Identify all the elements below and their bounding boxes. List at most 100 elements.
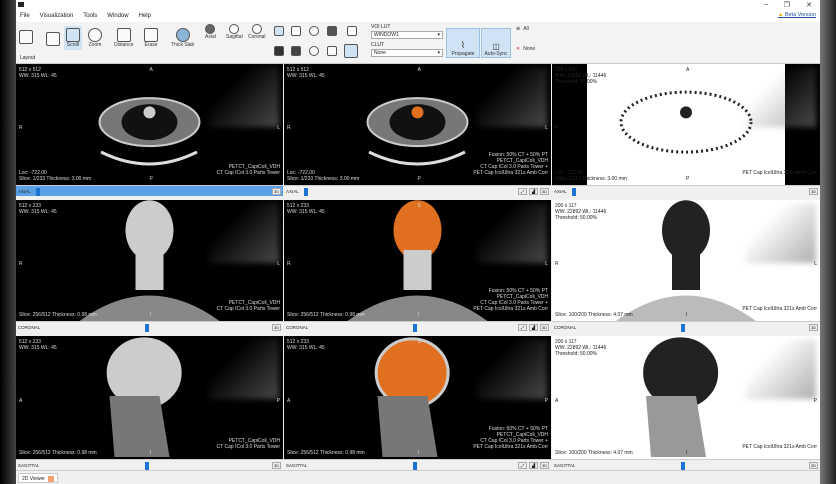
viewport-axial-ct[interactable]: 512 x 512 WW: 315 WL: 45 A P R L Loc: -72… (16, 64, 283, 196)
slice-scrollbar[interactable]: CORONAL 3D (16, 321, 283, 332)
axial-button[interactable]: Axial (205, 24, 216, 40)
status-bar: 2D Viewer (16, 470, 820, 484)
voi-lut-select[interactable]: WINDOW1 (371, 31, 443, 39)
fusion-chart-button[interactable]: ▟ (529, 324, 538, 331)
3d-button[interactable]: 3D (540, 462, 549, 469)
image-canvas[interactable]: 200 x 200 WW: 22892 WL: 11446 Threshold: 5… (552, 64, 820, 185)
slice-scrollbar[interactable]: CORONAL ⤢ ▟ 3D (284, 321, 551, 332)
image-canvas[interactable]: 200 x 117 WW: 22892 WL: 11446 Threshold: 5… (552, 336, 820, 459)
beta-version-link[interactable]: Beta Version (778, 12, 816, 18)
head-sagittal-icon (229, 24, 240, 34)
overlay-bottom-right: PET Cap IcolUltra 321s Amb Corr (742, 306, 817, 312)
3d-button[interactable]: 3D (809, 188, 818, 195)
fusion-chart-button[interactable]: ▟ (529, 188, 538, 195)
pointer-icon[interactable] (327, 46, 337, 56)
3d-button[interactable]: 3D (809, 462, 818, 469)
viewport-coronal-ct[interactable]: 512 x 233 WW: 315 WL: 45 S I R L Slice: 2… (16, 200, 283, 332)
viewport-coronal-pet[interactable]: 200 x 117 WW: 22892 WL: 11446 Threshold: 5… (552, 200, 820, 332)
slice-slider-thumb[interactable] (412, 324, 417, 332)
close-tab-icon[interactable] (47, 475, 54, 482)
menu-window[interactable]: Window (107, 13, 128, 19)
3d-button[interactable]: 3D (272, 324, 281, 331)
viewport-sagittal-pet[interactable]: 200 x 117 WW: 22892 WL: 11446 Threshold: 5… (552, 336, 820, 470)
viewport-sagittal-ct[interactable]: 512 x 233 WW: 315 WL: 45 S I A P Slice: 2… (16, 336, 283, 470)
slice-scrollbar[interactable]: AXIAL 3D (16, 185, 283, 196)
image-edit-icon[interactable] (291, 46, 301, 56)
slice-slider-thumb[interactable] (412, 462, 417, 470)
viewport-axial-pet[interactable]: 200 x 200 WW: 22892 WL: 11446 Threshold: 5… (552, 64, 820, 196)
thick-slab-button[interactable]: Thick Slab (171, 28, 194, 48)
scroll-button[interactable]: Scroll (64, 26, 82, 50)
menu-tools[interactable]: Tools (83, 13, 97, 19)
image-canvas[interactable]: 512 x 233 WW: 315 WL: 45 S I R L Slice: 2… (284, 200, 551, 321)
auto-sync-button[interactable]: ◫ Auto-Sync (481, 28, 511, 58)
menu-file[interactable]: File (20, 13, 30, 19)
slice-slider-thumb[interactable] (681, 324, 685, 332)
3d-button[interactable]: 3D (540, 324, 549, 331)
overlay-bottom-right: PET Cap IcolUltra 321s Amb Corr (742, 444, 817, 450)
close-button[interactable]: ✕ (806, 1, 812, 9)
slice-scrollbar[interactable]: SAGITTAL 3D (552, 459, 820, 470)
sagittal-button[interactable]: Sagittal (226, 24, 243, 40)
slice-scrollbar[interactable]: SAGITTAL ⤢ ▟ 3D (284, 459, 551, 470)
slice-slider-thumb[interactable] (36, 188, 40, 196)
layout-button[interactable] (19, 30, 33, 44)
redacted-patient-info (477, 67, 547, 127)
image-canvas[interactable]: 512 x 512 WW: 315 WL: 45 A P R L Loc: -72… (284, 64, 551, 185)
slice-slider-thumb[interactable] (144, 324, 149, 332)
orientation-right: L (814, 124, 817, 131)
fusion-opacity-button[interactable]: ⤢ (518, 188, 527, 195)
image-canvas[interactable]: 512 x 512 WW: 315 WL: 45 A P R L Loc: -72… (16, 64, 283, 185)
image-canvas[interactable]: 200 x 117 WW: 22892 WL: 11446 Threshold: 5… (552, 200, 820, 321)
image-canvas[interactable]: 512 x 233 WW: 315 WL: 45 S I R L Slice: 2… (16, 200, 283, 321)
screenshot-icon[interactable] (291, 26, 301, 36)
link-all-button[interactable]: ⊕ All (516, 26, 529, 32)
zoom-button[interactable]: Zoom (88, 28, 102, 48)
slice-scrollbar[interactable]: CORONAL 3D (552, 321, 820, 332)
tags-icon[interactable] (327, 26, 337, 36)
propagate-button[interactable]: ⌇ Propagate (446, 28, 480, 58)
slice-scrollbar[interactable]: AXIAL ⤢ ▟ 3D (284, 185, 551, 196)
slice-scrollbar[interactable]: SAGITTAL 3D (16, 459, 283, 470)
slice-slider-thumb[interactable] (144, 462, 149, 470)
menu-visualization[interactable]: Visualization (40, 13, 74, 19)
viewport-axial-fusion[interactable]: 512 x 512 WW: 315 WL: 45 A P R L Loc: -72… (284, 64, 551, 196)
coronal-button[interactable]: Coronal (248, 24, 266, 40)
minimize-button[interactable]: – (764, 1, 768, 8)
app-icon (18, 2, 24, 7)
image-icon[interactable] (274, 26, 284, 36)
mask-icon[interactable] (274, 46, 284, 56)
image-canvas[interactable]: 512 x 233 WW: 315 WL: 45 S I A P Slice: 2… (284, 336, 551, 459)
3d-button[interactable]: 3D (540, 188, 549, 195)
slice-slider-thumb[interactable] (681, 462, 685, 470)
window-layout-icon[interactable] (344, 44, 358, 58)
3d-button[interactable]: 3D (272, 188, 281, 195)
tab-2d-viewer[interactable]: 2D Viewer (18, 473, 58, 483)
fusion-chart-button[interactable]: ▟ (529, 462, 538, 469)
3d-button[interactable]: 3D (809, 324, 818, 331)
link-none-button[interactable]: ✕ None (516, 46, 535, 52)
play-icon[interactable] (347, 26, 357, 36)
3d-button[interactable]: 3D (272, 462, 281, 469)
orientation-left: R (555, 124, 559, 131)
head-help-icon[interactable] (309, 26, 319, 36)
image-canvas[interactable]: 512 x 233 WW: 315 WL: 45 S I A P Slice: 2… (16, 336, 283, 459)
coronal-label: Coronal (248, 34, 266, 40)
viewport-coronal-fusion[interactable]: 512 x 233 WW: 315 WL: 45 S I R L Slice: 2… (284, 200, 551, 332)
fusion-opacity-button[interactable]: ⤢ (518, 324, 527, 331)
maximize-button[interactable]: ❐ (784, 1, 790, 9)
distance-button[interactable]: Distance (114, 28, 133, 48)
sagittal-label: Sagittal (226, 34, 243, 40)
erase-button[interactable]: Erase (144, 28, 158, 48)
clut-select[interactable]: None (371, 49, 443, 57)
slice-scrollbar[interactable]: AXIAL 3D (552, 185, 820, 196)
viewport-sagittal-fusion[interactable]: 512 x 233 WW: 315 WL: 45 S I A P Slice: 2… (284, 336, 551, 470)
slice-slider-thumb[interactable] (572, 188, 576, 196)
slice-slider-thumb[interactable] (304, 188, 308, 196)
fusion-opacity-button[interactable]: ⤢ (518, 462, 527, 469)
target-icon[interactable] (309, 46, 319, 56)
redacted-patient-info (209, 67, 279, 127)
orientation-right: P (813, 397, 817, 404)
menu-help[interactable]: Help (139, 13, 151, 19)
calendar-button[interactable] (46, 32, 60, 46)
